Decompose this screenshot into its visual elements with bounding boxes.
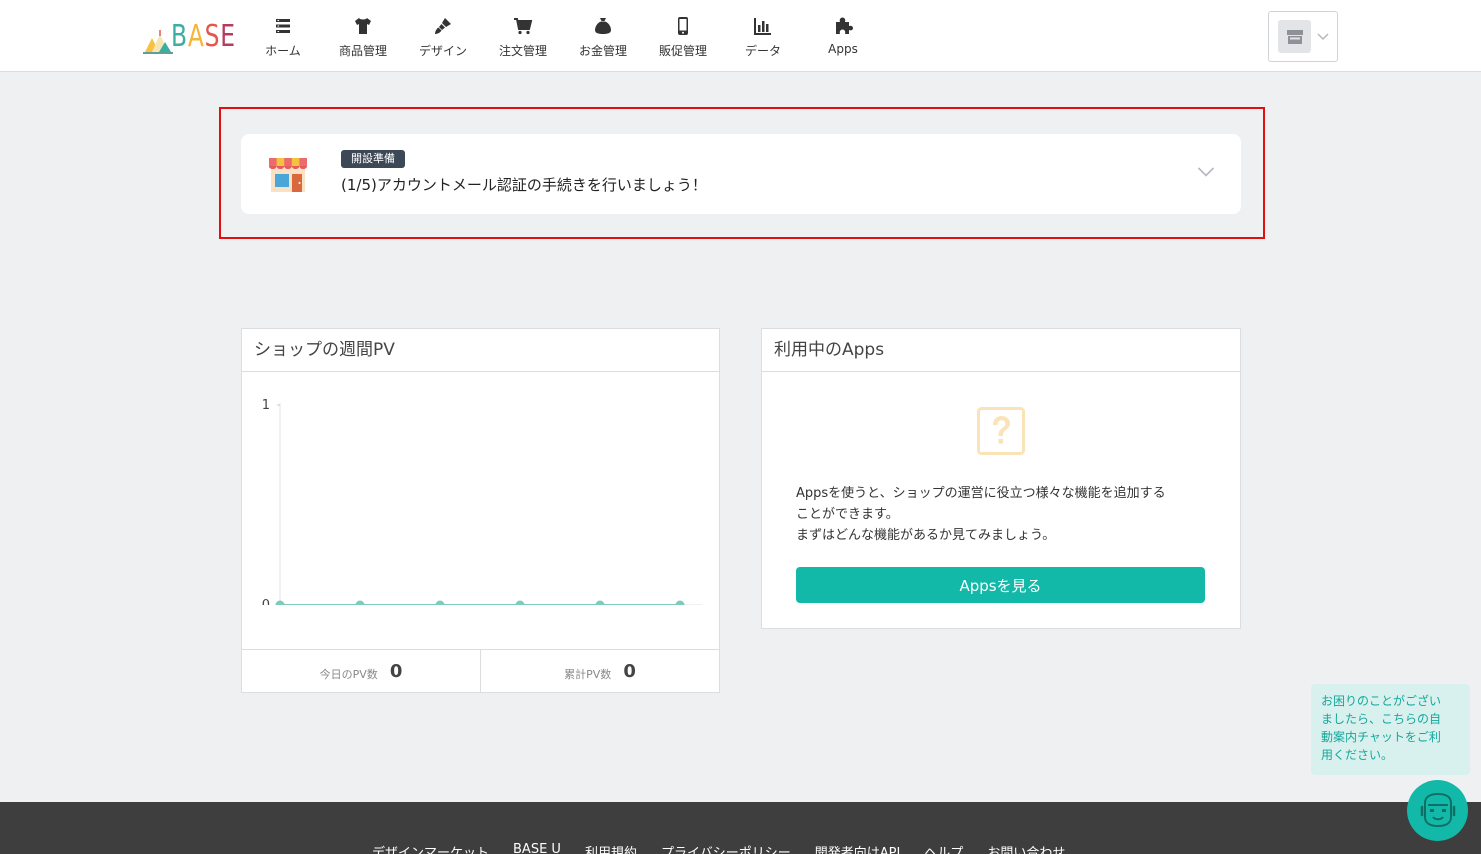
logo-letter-b: B: [171, 19, 188, 54]
data-point: [595, 600, 605, 605]
logo-letter-a: A: [187, 19, 205, 54]
data-point: [355, 600, 365, 605]
store-icon: [1286, 29, 1303, 44]
weekly-pv-card: ショップの週間PV 0112/2512/2612/2712/2812/2912/…: [241, 328, 720, 693]
nav-label: デザイン: [418, 44, 467, 58]
cart-icon: [514, 18, 533, 35]
chat-prompt-line: お困りのことがござい: [1321, 694, 1442, 708]
chevron-down-icon: [1317, 32, 1329, 40]
nav-label: お金管理: [578, 44, 627, 58]
money-bag-icon: [595, 18, 611, 34]
card-title: 利用中のApps: [762, 329, 1240, 372]
logo-letter-s: S: [204, 19, 221, 54]
nav-money[interactable]: お金管理: [563, 0, 643, 72]
y-tick-label: 1: [262, 398, 270, 413]
apps-description: Appsを使うと、ショップの運営に役立つ様々な機能を追加する ことができます。 …: [796, 483, 1216, 546]
nav-label: データ: [744, 44, 781, 58]
home-list-icon: [276, 19, 290, 33]
footer-link-api[interactable]: 開発者向けAPI: [815, 842, 901, 854]
apps-description-line: まずはどんな機能があるか見てみましょう。: [796, 528, 1056, 543]
footer-link-privacy[interactable]: プライバシーポリシー: [661, 842, 791, 854]
total-pv-label: 累計PV数: [564, 667, 612, 681]
nav-label: 注文管理: [498, 44, 547, 58]
nav-data[interactable]: データ: [723, 0, 803, 72]
today-pv-value: 0: [389, 661, 403, 682]
total-pv-value: 0: [623, 661, 636, 682]
footer-link-contact[interactable]: お問い合わせ: [987, 842, 1065, 854]
apps-in-use-card: 利用中のApps Appsを使うと、ショップの運営に役立つ様々な機能を追加する …: [761, 328, 1241, 629]
card-title: ショップの週間PV: [242, 329, 719, 372]
tshirt-icon: [355, 18, 371, 34]
bar-chart-icon: [754, 18, 771, 35]
nav-apps[interactable]: Apps: [803, 0, 883, 72]
setup-status-badge: 開設準備: [341, 150, 405, 168]
top-header: BASE ホーム 商品管理 デザイン 注文管理 お金管理 販促管理 データ Ap…: [0, 0, 1481, 72]
footer: デザインマーケット BASE U 利用規約 プライバシーポリシー 開発者向けAP…: [0, 802, 1481, 854]
nav-home[interactable]: ホーム: [243, 0, 323, 72]
notice-text: (1/5)アカウントメール認証の手続きを行いましょう！: [341, 176, 707, 194]
view-apps-button[interactable]: Appsを見る: [796, 567, 1205, 603]
base-logo[interactable]: BASE: [143, 18, 254, 54]
shop-switcher-button[interactable]: [1268, 11, 1338, 62]
chatbot-face-icon: [1420, 792, 1455, 827]
chat-prompt-line: 動案内チャットをご利: [1321, 730, 1441, 744]
today-pv-label: 今日のPV数: [319, 667, 378, 681]
data-point: [675, 600, 685, 605]
chat-prompt-bubble[interactable]: お困りのことがござい ましたら、こちらの自 動案内チャットをご利 用ください。: [1311, 684, 1470, 775]
nav-products[interactable]: 商品管理: [323, 0, 403, 72]
puzzle-icon: [836, 17, 853, 34]
smartphone-icon: [678, 17, 688, 35]
nav-label: Apps: [828, 42, 858, 56]
footer-link-design-market[interactable]: デザインマーケット: [372, 842, 489, 854]
footer-link-terms[interactable]: 利用規約: [585, 842, 637, 854]
chat-prompt-line: ましたら、こちらの自: [1321, 712, 1442, 726]
logo-text: BASE: [171, 20, 236, 54]
footer-link-base-u[interactable]: BASE U: [513, 842, 561, 854]
apps-description-line: ことができます。: [796, 507, 899, 522]
setup-notice-card[interactable]: 開設準備 (1/5)アカウントメール認証の手続きを行いましょう！: [241, 134, 1241, 214]
chat-bot-button[interactable]: [1407, 780, 1468, 841]
tent-logo-icon: [143, 30, 173, 54]
shop-avatar: [1278, 20, 1311, 53]
nav-orders[interactable]: 注文管理: [483, 0, 563, 72]
main-nav: ホーム 商品管理 デザイン 注文管理 お金管理 販促管理 データ Apps: [243, 0, 883, 72]
chevron-down-icon[interactable]: [1197, 166, 1215, 178]
footer-links: デザインマーケット BASE U 利用規約 プライバシーポリシー 開発者向けAP…: [372, 842, 1065, 854]
y-tick-label: 0: [262, 598, 270, 605]
nav-promotion[interactable]: 販促管理: [643, 0, 723, 72]
shop-front-icon: [269, 158, 307, 192]
today-pv-stat: 今日のPV数 0: [242, 650, 480, 693]
brush-icon: [435, 18, 451, 34]
nav-label: 商品管理: [338, 44, 387, 58]
data-point: [435, 600, 445, 605]
footer-link-help[interactable]: ヘルプ: [924, 842, 963, 854]
question-icon: [977, 407, 1025, 455]
pv-stats: 今日のPV数 0 累計PV数 0: [242, 649, 719, 693]
weekly-pv-chart: 0112/2512/2612/2712/2812/2912/30: [262, 398, 702, 605]
logo-letter-e: E: [220, 19, 236, 54]
data-point: [515, 600, 525, 605]
nav-design[interactable]: デザイン: [403, 0, 483, 72]
nav-label: 販促管理: [658, 44, 707, 58]
nav-label: ホーム: [265, 44, 301, 58]
total-pv-stat: 累計PV数 0: [480, 650, 719, 693]
data-point: [275, 600, 285, 605]
apps-description-line: Appsを使うと、ショップの運営に役立つ様々な機能を追加する: [796, 486, 1166, 501]
chat-prompt-line: 用ください。: [1321, 748, 1394, 762]
